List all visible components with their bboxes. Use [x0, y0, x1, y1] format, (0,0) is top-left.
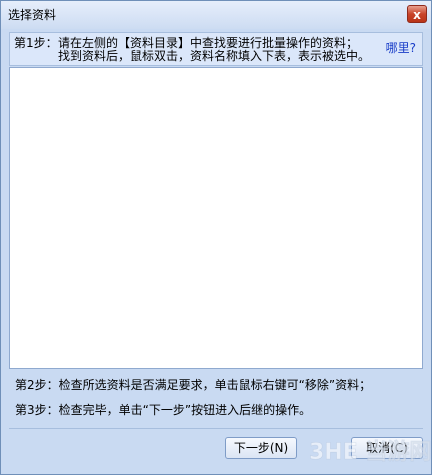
close-button[interactable]: x — [407, 5, 427, 23]
watermark-text: 3HE 当游网 — [309, 439, 431, 465]
step3-instruction: 第3步：检查完毕，单击“下一步”按钮进入后继的操作。 — [15, 403, 312, 417]
step1-label: 第1步： — [14, 36, 58, 50]
selected-materials-list[interactable] — [9, 67, 423, 369]
next-button[interactable]: 下一步(N) — [225, 437, 297, 459]
step1-line2: 找到资料后，鼠标双击，资料名称填入下表，表示被选中。 — [58, 49, 371, 63]
watermark-logo: 3HE 当游网 — [309, 439, 431, 466]
step2-instruction: 第2步：检查所选资料是否满足要求，单击鼠标右键可“移除”资料； — [15, 378, 372, 392]
step1-instruction-panel: 第1步： 请在左侧的【资料目录】中查找要进行批量操作的资料； 找到资料后，鼠标双… — [9, 32, 423, 66]
where-link[interactable]: 哪里? — [386, 41, 416, 55]
title-bar[interactable]: 选择资料 x — [1, 1, 431, 29]
step1-line1: 请在左侧的【资料目录】中查找要进行批量操作的资料； — [58, 36, 359, 50]
close-icon: x — [413, 8, 421, 22]
footer-divider — [9, 428, 423, 429]
window-title: 选择资料 — [8, 8, 57, 22]
dialog-window: 选择资料 x 第1步： 请在左侧的【资料目录】中查找要进行批量操作的资料； 找到… — [0, 0, 432, 475]
